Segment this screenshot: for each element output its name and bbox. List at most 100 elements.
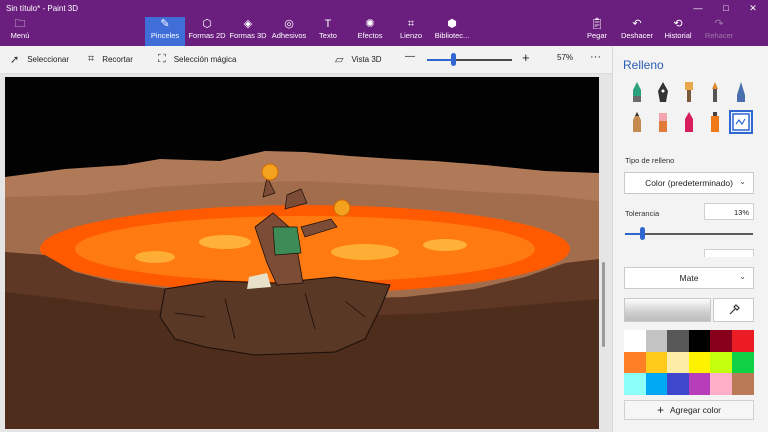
zoom-slider-thumb[interactable] bbox=[450, 53, 456, 66]
canvas-vertical-scrollbar[interactable] bbox=[602, 262, 605, 347]
action-label: Rehacer bbox=[704, 31, 734, 40]
tab-label: Adhesivos bbox=[271, 31, 307, 40]
text-icon: T bbox=[324, 18, 332, 30]
crop-icon: ⌗ bbox=[88, 53, 95, 65]
zoom-in-button[interactable]: + bbox=[522, 50, 530, 65]
tab-stickers[interactable]: ◎ Adhesivos bbox=[269, 17, 309, 46]
canvas-icon: ⌗ bbox=[407, 18, 415, 30]
color-swatch[interactable] bbox=[645, 351, 668, 373]
watercolor-brush-button[interactable] bbox=[703, 80, 727, 104]
magic-select-icon: ⛶ bbox=[158, 53, 166, 65]
shapes-2d-icon: ⬡ bbox=[202, 18, 212, 30]
maximize-button[interactable]: □ bbox=[714, 0, 738, 16]
magic-select-button[interactable]: ⛶ Selección mágica bbox=[158, 53, 236, 66]
color-swatch[interactable] bbox=[645, 330, 668, 352]
color-swatch[interactable] bbox=[667, 330, 689, 352]
tab-library[interactable]: ⬢ Bibliotec... bbox=[431, 17, 473, 46]
menu-button[interactable]: 🗀 Menú bbox=[4, 17, 36, 46]
oil-brush-button[interactable] bbox=[677, 80, 701, 104]
redo-button[interactable]: ↷ Rehacer bbox=[702, 17, 736, 46]
history-button[interactable]: ⟲ Historial bbox=[661, 17, 695, 46]
history-icon: ⟲ bbox=[673, 18, 683, 30]
crayon-button[interactable] bbox=[677, 110, 701, 134]
magic-select-label: Selección mágica bbox=[173, 55, 237, 64]
zoom-slider-fill bbox=[427, 59, 453, 61]
color-swatch[interactable] bbox=[731, 330, 754, 352]
calligraphy-pen-button[interactable] bbox=[651, 80, 675, 104]
spray-can-button[interactable] bbox=[703, 110, 727, 134]
oil-brush-icon bbox=[685, 82, 693, 102]
eyedropper-button[interactable] bbox=[713, 298, 754, 322]
tolerance-slider[interactable] bbox=[625, 227, 753, 240]
view-3d-label: Vista 3D bbox=[351, 55, 382, 64]
color-swatch[interactable] bbox=[710, 373, 732, 395]
plus-icon: + bbox=[656, 403, 664, 417]
tab-canvas[interactable]: ⌗ Lienzo bbox=[393, 17, 429, 46]
color-swatch[interactable] bbox=[624, 373, 646, 395]
drawing-canvas[interactable] bbox=[5, 77, 599, 429]
calligraphy-pen-icon bbox=[658, 82, 668, 102]
color-swatch[interactable] bbox=[667, 351, 689, 373]
color-swatch[interactable] bbox=[688, 373, 711, 395]
tab-label: Lienzo bbox=[399, 31, 423, 40]
selection-toolbar: ➚ Seleccionar ⌗ Recortar ⛶ Selección mág… bbox=[0, 46, 612, 74]
paste-icon: 📋︎ bbox=[590, 18, 604, 30]
finish-value: Mate bbox=[679, 273, 699, 283]
paste-button[interactable]: 📋︎ Pegar bbox=[583, 17, 611, 46]
fill-icon bbox=[732, 113, 750, 131]
zoom-slider[interactable] bbox=[427, 53, 512, 66]
tab-label: Formas 3D bbox=[229, 31, 267, 40]
menu-label: Menú bbox=[10, 31, 30, 40]
fill-type-value: Color (predeterminado) bbox=[645, 178, 733, 188]
add-color-button[interactable]: + Agregar color bbox=[624, 400, 754, 420]
fill-panel: Relleno Tipo de relleno Color (predeterm… bbox=[612, 46, 768, 432]
library-icon: ⬢ bbox=[447, 18, 457, 30]
fill-type-dropdown[interactable]: Color (predeterminado) ⌄ bbox=[624, 172, 754, 194]
tab-effects[interactable]: ✺ Efectos bbox=[352, 17, 388, 46]
zoom-out-button[interactable]: — bbox=[405, 51, 415, 62]
more-options-button[interactable]: ··· bbox=[590, 51, 601, 63]
undo-button[interactable]: ↶ Deshacer bbox=[619, 17, 655, 46]
color-swatch[interactable] bbox=[667, 373, 689, 395]
spray-can-icon bbox=[711, 112, 719, 132]
tab-label: Formas 2D bbox=[188, 31, 226, 40]
color-swatch[interactable] bbox=[731, 351, 754, 373]
tab-brushes[interactable]: ✎ Pinceles bbox=[145, 17, 185, 46]
eraser-button[interactable] bbox=[651, 110, 675, 134]
color-swatch[interactable] bbox=[688, 330, 711, 352]
color-swatch[interactable] bbox=[645, 373, 668, 395]
fill-tool-button[interactable] bbox=[729, 110, 753, 134]
close-button[interactable]: ✕ bbox=[741, 0, 765, 16]
tolerance-slider-thumb[interactable] bbox=[639, 227, 645, 240]
action-label: Deshacer bbox=[620, 31, 654, 40]
select-button[interactable]: ➚ Seleccionar bbox=[10, 53, 69, 66]
tab-text[interactable]: T Texto bbox=[310, 17, 346, 46]
tab-shapes-3d[interactable]: ◈ Formas 3D bbox=[228, 17, 268, 46]
tab-shapes-2d[interactable]: ⬡ Formas 2D bbox=[187, 17, 227, 46]
pixel-pen-button[interactable] bbox=[729, 80, 753, 104]
fill-type-label: Tipo de relleno bbox=[625, 156, 675, 165]
color-swatch[interactable] bbox=[731, 373, 754, 395]
chevron-down-icon: ⌄ bbox=[739, 272, 746, 281]
artwork-lava-scene bbox=[5, 77, 599, 429]
pixel-pen-icon bbox=[737, 82, 745, 102]
view-3d-toggle[interactable]: ▱ Vista 3D bbox=[335, 53, 382, 66]
opacity-input-partial[interactable] bbox=[704, 249, 754, 257]
tolerance-input[interactable]: 13% bbox=[704, 203, 754, 220]
color-swatch[interactable] bbox=[688, 351, 711, 373]
color-swatch[interactable] bbox=[710, 330, 732, 352]
marker-brush-button[interactable] bbox=[625, 80, 649, 104]
marker-icon bbox=[633, 82, 641, 102]
color-swatch[interactable] bbox=[624, 330, 646, 352]
window-title: Sin título* - Paint 3D bbox=[6, 4, 79, 13]
zoom-level: 57% bbox=[557, 53, 574, 62]
color-swatch[interactable] bbox=[710, 351, 732, 373]
minimize-button[interactable]: — bbox=[686, 0, 710, 16]
crayon-icon bbox=[685, 112, 693, 132]
crop-button[interactable]: ⌗ Recortar bbox=[88, 53, 133, 66]
color-swatch[interactable] bbox=[624, 351, 646, 373]
stickers-icon: ◎ bbox=[284, 18, 294, 30]
finish-dropdown[interactable]: Mate ⌄ bbox=[624, 267, 754, 289]
pencil-button[interactable] bbox=[625, 110, 649, 134]
eraser-icon bbox=[659, 113, 667, 132]
